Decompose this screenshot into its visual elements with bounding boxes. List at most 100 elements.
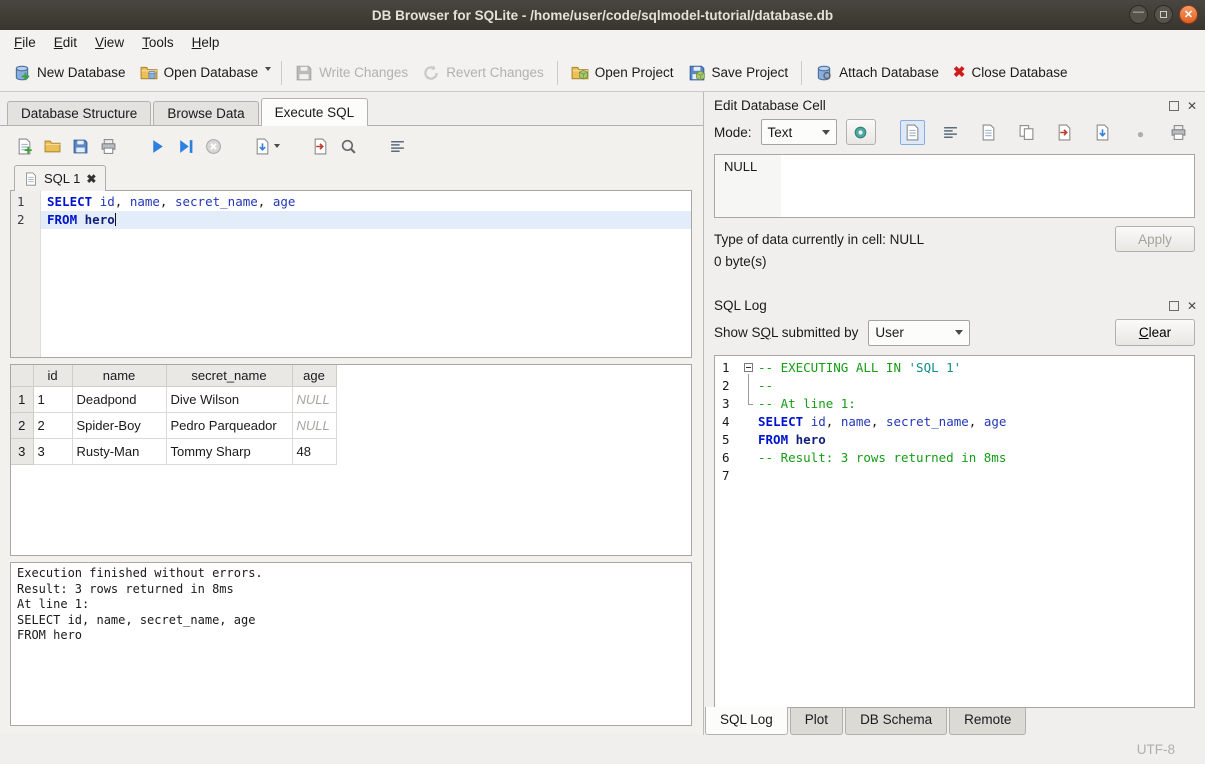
column-header[interactable]: age [292,365,336,386]
write-changes-button[interactable]: Write Changes [288,58,415,88]
column-header[interactable]: id [33,365,72,386]
save-sql-file-button[interactable] [72,138,89,155]
save-results-button[interactable] [312,138,329,155]
editor-line[interactable]: FROM hero [41,211,691,229]
tab-database-structure[interactable]: Database Structure [7,101,151,125]
word-wrap-button[interactable] [938,120,963,145]
new-database-button[interactable]: New Database [6,58,133,88]
import-in-cell-button[interactable] [846,119,876,145]
close-panel-icon[interactable]: ✕ [1187,301,1197,311]
sql-log-box[interactable]: 1-- EXECUTING ALL IN 'SQL 1'2--3-- At li… [714,355,1195,708]
table-cell[interactable]: 2 [33,412,72,438]
table-cell[interactable]: NULL [292,386,336,412]
bottom-tab-remote[interactable]: Remote [949,708,1026,735]
revert-changes-button[interactable]: Revert Changes [415,58,551,88]
tab-browse-data[interactable]: Browse Data [153,101,258,125]
menu-item-file[interactable]: File [5,32,45,53]
copy-button[interactable] [1014,120,1039,145]
close-sql-tab-icon[interactable]: ✖ [86,172,96,186]
document-icon [980,124,997,141]
close-window-button[interactable]: ✕ [1179,5,1198,24]
submitter-select[interactable]: User [868,320,970,346]
sql-tab[interactable]: SQL 1 ✖ [14,165,106,191]
log-line: 1-- EXECUTING ALL IN 'SQL 1' [715,359,1194,377]
cell-size-info: 0 byte(s) [714,254,1195,269]
column-header[interactable]: name [72,365,166,386]
print-cell-button[interactable] [1166,120,1191,145]
row-header[interactable]: 2 [11,412,33,438]
mode-select[interactable]: Text [761,119,837,145]
editor-line[interactable]: SELECT id, name, secret_name, age [41,193,691,211]
export-data-button[interactable] [1090,120,1115,145]
attach-database-button[interactable]: Attach Database [808,58,946,88]
close-database-button[interactable]: ✖ Close Database [946,59,1075,86]
fold-marker[interactable] [743,359,758,377]
export-results-button[interactable] [254,138,280,155]
close-panel-icon[interactable]: ✕ [1187,101,1197,111]
execute-line-button[interactable] [177,138,194,155]
log-line: 3-- At line 1: [715,395,1194,413]
table-cell[interactable]: 1 [33,386,72,412]
open-database-button[interactable]: Open Database [133,58,266,88]
execute-all-button[interactable] [149,138,166,155]
table-cell[interactable]: NULL [292,412,336,438]
bottom-tab-db-schema[interactable]: DB Schema [845,708,947,735]
float-panel-icon[interactable] [1169,301,1179,311]
editor-code[interactable]: SELECT id, name, secret_name, ageFROM he… [41,191,691,357]
save-project-icon [688,64,706,82]
log-line-number: 3 [715,395,743,413]
table-cell[interactable]: Rusty-Man [72,438,166,464]
open-sql-file-button[interactable] [44,138,61,155]
table-cell[interactable]: 3 [33,438,72,464]
gear-icon [852,124,869,141]
cell-value-box[interactable]: NULL [714,154,1195,218]
bottom-tab-plot[interactable]: Plot [790,708,843,735]
open-in-editor-button[interactable] [976,120,1001,145]
tab-execute-sql[interactable]: Execute SQL [261,98,369,126]
format-sql-button[interactable] [389,138,406,155]
title-bar[interactable]: DB Browser for SQLite - /home/user/code/… [0,0,1205,30]
menu-item-help[interactable]: Help [183,32,229,53]
fold-marker [743,377,758,395]
menu-item-tools[interactable]: Tools [133,32,183,53]
table-cell[interactable]: Pedro Parqueador [166,412,292,438]
new-sql-tab-button[interactable] [16,138,33,155]
table-cell[interactable]: Deadpond [72,386,166,412]
row-header[interactable]: 3 [11,438,33,464]
table-cell[interactable]: Tommy Sharp [166,438,292,464]
import-data-button[interactable] [1052,120,1077,145]
menu-item-edit[interactable]: Edit [45,32,86,53]
set-null-button[interactable] [1128,120,1153,145]
text-mode-button[interactable] [900,120,925,145]
menu-item-view[interactable]: View [86,32,133,53]
text-document-icon [904,124,921,141]
table-row[interactable]: 33Rusty-ManTommy Sharp48 [11,438,336,464]
clear-log-button[interactable]: Clear [1115,319,1195,346]
stop-button[interactable] [205,138,222,155]
float-panel-icon[interactable] [1169,101,1179,111]
bottom-tab-sql-log[interactable]: SQL Log [705,707,788,735]
maximize-button[interactable] [1154,5,1173,24]
log-line: 7 [715,467,1194,485]
print-sql-button[interactable] [100,138,117,155]
log-line-number: 4 [715,413,743,431]
table-row[interactable]: 11DeadpondDive WilsonNULL [11,386,336,412]
table-cell[interactable]: Spider-Boy [72,412,166,438]
sql-editor[interactable]: 12 SELECT id, name, secret_name, ageFROM… [10,190,692,358]
find-replace-button[interactable] [340,138,357,155]
table-cell[interactable]: 48 [292,438,336,464]
open-database-dropdown[interactable] [265,71,275,91]
write-changes-icon [295,64,313,82]
minimize-button[interactable]: — [1129,5,1148,24]
save-project-button[interactable]: Save Project [681,58,796,88]
open-project-button[interactable]: Open Project [564,58,681,88]
log-line-number: 2 [715,377,743,395]
row-header[interactable]: 1 [11,386,33,412]
submitter-filter-label: Show SQL submitted by [714,325,858,340]
apply-button[interactable]: Apply [1115,226,1195,252]
sql-log-filter-row: Show SQL submitted by User Clear [704,316,1205,349]
column-header[interactable]: secret_name [166,365,292,386]
align-lines-icon [942,124,959,141]
table-row[interactable]: 22Spider-BoyPedro ParqueadorNULL [11,412,336,438]
table-cell[interactable]: Dive Wilson [166,386,292,412]
